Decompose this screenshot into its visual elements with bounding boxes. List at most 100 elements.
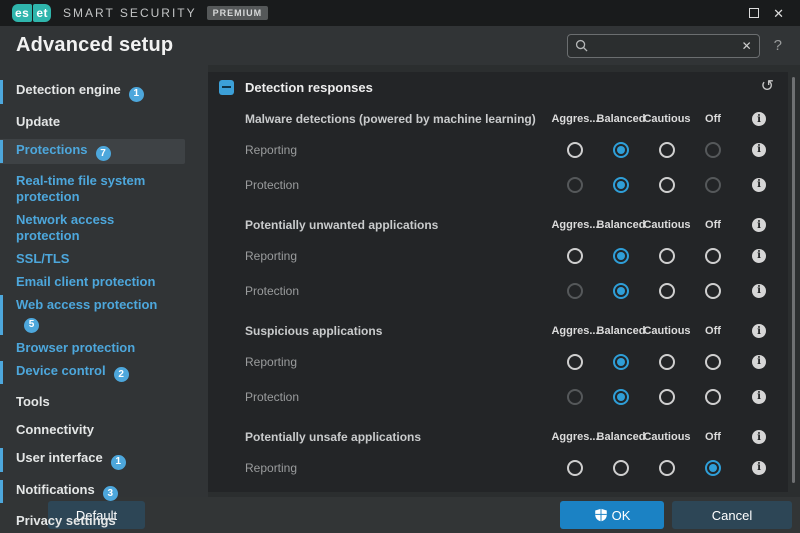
sidebar-item-tools[interactable]: Tools: [0, 391, 185, 413]
sidebar-item-label: User interface: [16, 450, 103, 465]
row-label: Reporting: [245, 248, 298, 263]
sidebar-item-label: Connectivity: [16, 422, 95, 437]
title-bar: es et SMART SECURITY PREMIUM ✕: [0, 0, 800, 26]
radio-potentially-unwanted-applications-protection-cautious[interactable]: [659, 282, 675, 299]
info-icon[interactable]: i: [752, 112, 766, 126]
radio-suspicious-applications-protection-cautious[interactable]: [659, 388, 675, 405]
radio-dot: [663, 252, 671, 260]
radio-suspicious-applications-reporting-cautious[interactable]: [659, 353, 675, 370]
radio-potentially-unsafe-applications-reporting-balanced[interactable]: [613, 459, 629, 476]
column-header-cautious: Cautious: [643, 113, 691, 125]
column-header-aggres: Aggres...: [551, 219, 599, 231]
info-icon[interactable]: i: [752, 142, 766, 157]
info-icon[interactable]: i: [752, 389, 766, 404]
radio-potentially-unwanted-applications-protection-balanced[interactable]: [613, 282, 629, 299]
info-icon[interactable]: i: [752, 177, 766, 192]
radio-potentially-unwanted-applications-reporting-off[interactable]: [705, 247, 721, 264]
column-header-aggres: Aggres...: [551, 113, 599, 125]
radio-dot: [709, 463, 717, 472]
scrollbar[interactable]: [792, 77, 795, 483]
radio-suspicious-applications-protection-aggres[interactable]: [567, 388, 583, 405]
sidebar-item-email-client-protection[interactable]: Email client protection: [0, 271, 185, 293]
radio-suspicious-applications-reporting-aggres[interactable]: [567, 353, 583, 370]
radio-dot: [571, 252, 579, 260]
radio-potentially-unwanted-applications-reporting-balanced[interactable]: [613, 247, 629, 264]
column-header-aggres: Aggres...: [551, 325, 599, 337]
radio-potentially-unsafe-applications-reporting-cautious[interactable]: [659, 459, 675, 476]
radio-potentially-unsafe-applications-reporting-off[interactable]: [705, 459, 721, 476]
info-icon[interactable]: i: [752, 218, 766, 232]
revert-to-default-icon[interactable]: ↺: [761, 79, 774, 95]
column-header-cautious: Cautious: [643, 325, 691, 337]
sidebar-item-device-control[interactable]: Device control 2: [0, 360, 185, 386]
ok-button[interactable]: OK: [560, 501, 664, 529]
search-box[interactable]: ✕: [566, 33, 760, 58]
sidebar-item-privacy-settings[interactable]: Privacy settings: [0, 510, 185, 532]
count-badge: 7: [95, 146, 111, 161]
radio-malware-detections-powered-by-machine-learning-reporting-cautious[interactable]: [659, 141, 675, 158]
sidebar-item-label: Device control: [16, 362, 106, 378]
radio-potentially-unwanted-applications-protection-aggres[interactable]: [567, 282, 583, 299]
radio-potentially-unwanted-applications-reporting-cautious[interactable]: [659, 247, 675, 264]
radio-dot: [571, 181, 579, 189]
radio-dot: [709, 358, 717, 366]
sections-container: Malware detections (powered by machine l…: [208, 106, 788, 485]
maximize-icon[interactable]: [749, 8, 760, 18]
sidebar-item-protections[interactable]: Protections 7: [0, 138, 185, 164]
sidebar-item-label: Web access protection: [16, 297, 158, 312]
collapse-icon[interactable]: [219, 79, 234, 95]
sidebar-item-browser-protection[interactable]: Browser protection: [0, 337, 185, 359]
radio-malware-detections-powered-by-machine-learning-protection-cautious[interactable]: [659, 176, 675, 193]
cancel-button[interactable]: Cancel: [672, 501, 792, 529]
info-icon[interactable]: i: [752, 430, 766, 444]
sidebar-item-network-access-protection[interactable]: Network access protection: [0, 209, 185, 247]
radio-suspicious-applications-protection-off[interactable]: [705, 388, 721, 405]
sidebar-item-connectivity[interactable]: Connectivity: [0, 419, 185, 441]
section-potentially-unwanted-applications: Potentially unwanted applications Aggres.…: [208, 212, 788, 308]
radio-malware-detections-powered-by-machine-learning-protection-aggres[interactable]: [567, 176, 583, 193]
sidebar-item-user-interface[interactable]: User interface 1: [0, 447, 185, 473]
radio-dot: [617, 286, 625, 295]
radio-dot: [663, 464, 671, 472]
section-potentially-unsafe-applications: Potentially unsafe applications Aggres...…: [208, 424, 788, 485]
radio-dot: [617, 145, 625, 154]
sidebar-item-ssl-tls[interactable]: SSL/TLS: [0, 248, 185, 270]
close-icon[interactable]: ✕: [773, 7, 784, 20]
radio-potentially-unwanted-applications-protection-off[interactable]: [705, 282, 721, 299]
radio-malware-detections-powered-by-machine-learning-protection-balanced[interactable]: [613, 176, 629, 193]
info-icon[interactable]: i: [752, 460, 766, 475]
radio-potentially-unsafe-applications-reporting-aggres[interactable]: [567, 459, 583, 476]
help-icon[interactable]: ?: [774, 37, 782, 54]
section-header: Potentially unwanted applications Aggres.…: [208, 212, 788, 238]
radio-suspicious-applications-protection-balanced[interactable]: [613, 388, 629, 405]
setting-row-potentially-unwanted-applications-protection: Protection i: [208, 273, 788, 308]
radio-malware-detections-powered-by-machine-learning-protection-off[interactable]: [705, 176, 721, 193]
sidebar-item-detection-engine[interactable]: Detection engine 1: [0, 79, 185, 105]
sidebar-item-real-time-file-system-protection[interactable]: Real-time file system protection: [0, 170, 185, 208]
info-icon[interactable]: i: [752, 248, 766, 263]
sidebar-item-label: Email client protection: [16, 274, 156, 289]
sidebar-item-update[interactable]: Update: [0, 111, 185, 133]
radio-malware-detections-powered-by-machine-learning-reporting-off[interactable]: [705, 141, 721, 158]
eset-logo-es: es: [12, 4, 33, 22]
radio-potentially-unwanted-applications-reporting-aggres[interactable]: [567, 247, 583, 264]
info-icon[interactable]: i: [752, 324, 766, 338]
info-icon[interactable]: i: [752, 283, 766, 298]
shield-icon: [594, 508, 607, 522]
radio-dot: [571, 358, 579, 366]
row-label: Reporting: [245, 142, 298, 157]
radio-suspicious-applications-reporting-off[interactable]: [705, 353, 721, 370]
active-indicator-bar: [0, 360, 3, 384]
sidebar-item-web-access-protection[interactable]: Web access protection 5: [0, 294, 185, 336]
radio-dot: [663, 358, 671, 366]
info-icon[interactable]: i: [752, 354, 766, 369]
radio-malware-detections-powered-by-machine-learning-reporting-balanced[interactable]: [613, 141, 629, 158]
page-title: Advanced setup: [16, 34, 174, 56]
sidebar-item-notifications[interactable]: Notifications 3: [0, 479, 185, 505]
search-clear-icon[interactable]: ✕: [742, 39, 752, 53]
search-input[interactable]: [593, 38, 742, 53]
radio-suspicious-applications-reporting-balanced[interactable]: [613, 353, 629, 370]
sidebar-item-label: Browser protection: [16, 339, 136, 355]
radio-dot: [663, 393, 671, 401]
radio-malware-detections-powered-by-machine-learning-reporting-aggres[interactable]: [567, 141, 583, 158]
